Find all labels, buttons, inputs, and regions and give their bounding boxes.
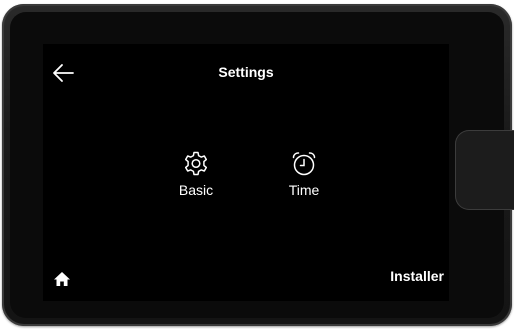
time-label: Time: [288, 182, 320, 198]
gear-icon: [184, 151, 208, 176]
touch-screen: Settings Basic Time Installer: [43, 44, 449, 301]
time-settings-button[interactable]: Time: [269, 150, 339, 206]
basic-settings-button[interactable]: Basic: [161, 150, 231, 206]
home-button[interactable]: [53, 271, 71, 287]
device-side-button[interactable]: [455, 130, 514, 210]
home-icon: [54, 272, 70, 286]
basic-label: Basic: [178, 182, 214, 198]
page-title: Settings: [218, 64, 274, 80]
alarm-clock-icon: [292, 152, 316, 176]
installer-button[interactable]: Installer: [390, 268, 444, 284]
